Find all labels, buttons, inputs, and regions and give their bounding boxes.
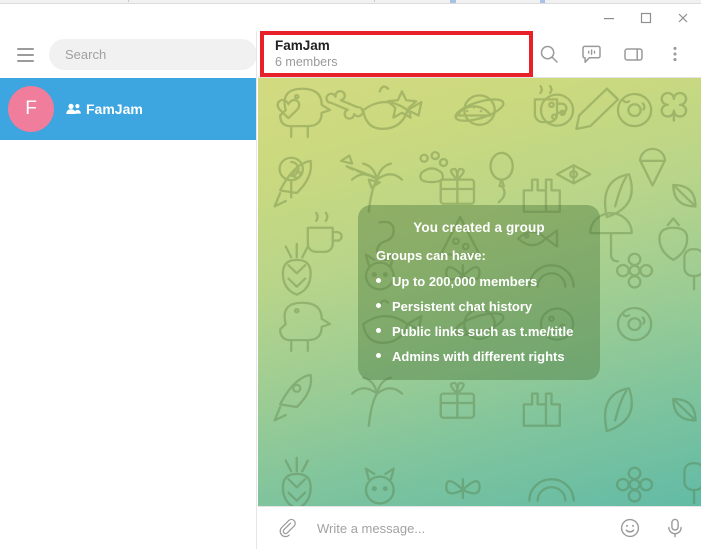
chat-list-sidebar: F FamJam <box>0 31 257 549</box>
top-strip-seam <box>128 0 129 2</box>
list-item-label: Admins with different rights <box>392 349 565 364</box>
voice-chat-button[interactable] <box>577 40 605 68</box>
hamburger-menu-icon[interactable] <box>12 42 38 68</box>
search-button[interactable] <box>535 40 563 68</box>
list-item: Persistent chat history <box>376 299 582 314</box>
top-strip-marker <box>540 0 545 3</box>
list-item: Public links such as t.me/title <box>376 324 582 339</box>
group-features-list: Up to 200,000 members Persistent chat hi… <box>376 274 582 364</box>
voice-record-button[interactable] <box>662 515 688 541</box>
sidebar-toolbar <box>0 31 256 78</box>
message-input[interactable] <box>300 513 617 543</box>
info-panel-button[interactable] <box>619 40 647 68</box>
list-item: Admins with different rights <box>376 349 582 364</box>
more-options-button[interactable] <box>661 40 689 68</box>
avatar: F <box>8 86 54 132</box>
list-item-label: Persistent chat history <box>392 299 533 314</box>
chat-header-actions <box>535 40 701 68</box>
chat-member-count: 6 members <box>275 55 338 69</box>
smiley-icon <box>620 518 640 538</box>
search-input[interactable] <box>49 39 256 70</box>
service-message-subheading: Groups can have: <box>376 248 486 263</box>
search-icon <box>540 45 558 63</box>
top-strip-seam <box>374 0 375 2</box>
bullet-dot-icon <box>376 328 381 333</box>
top-strip-marker <box>450 0 456 3</box>
microphone-icon <box>668 518 682 538</box>
sidebar-panel-icon <box>623 47 643 61</box>
close-icon <box>678 13 687 22</box>
maximize-icon <box>640 12 651 23</box>
list-item-label: Up to 200,000 members <box>392 274 538 289</box>
chat-title: FamJam <box>275 38 330 53</box>
group-icon <box>66 103 81 115</box>
bullet-dot-icon <box>376 353 381 358</box>
minimize-icon <box>603 17 614 19</box>
chat-header-info[interactable]: FamJam 6 members <box>258 38 535 70</box>
more-options-icon <box>673 46 677 62</box>
emoji-button[interactable] <box>617 515 643 541</box>
window-title-bar <box>0 4 701 31</box>
service-message-heading: You created a group <box>413 220 545 235</box>
list-item-label: Public links such as t.me/title <box>392 324 574 339</box>
list-item: Up to 200,000 members <box>376 274 582 289</box>
voice-chat-icon <box>581 45 601 63</box>
maximize-button[interactable] <box>627 4 664 31</box>
message-composer <box>258 506 701 549</box>
chat-header: FamJam 6 members <box>258 31 701 78</box>
attach-file-button[interactable] <box>274 515 300 541</box>
service-message-bubble: You created a group Groups can have: Up … <box>358 205 600 380</box>
chat-list-item-title: FamJam <box>86 101 143 117</box>
avatar-initial: F <box>25 98 37 119</box>
bullet-dot-icon <box>376 303 381 308</box>
chat-list-item-meta: FamJam <box>66 101 143 117</box>
close-button[interactable] <box>664 4 701 31</box>
paperclip-icon <box>279 518 296 538</box>
chat-message-area: You created a group Groups can have: Up … <box>258 78 701 506</box>
chat-list-item-famjam[interactable]: F FamJam <box>0 78 256 140</box>
composer-actions <box>617 515 688 541</box>
minimize-button[interactable] <box>590 4 627 31</box>
bullet-dot-icon <box>376 278 381 283</box>
